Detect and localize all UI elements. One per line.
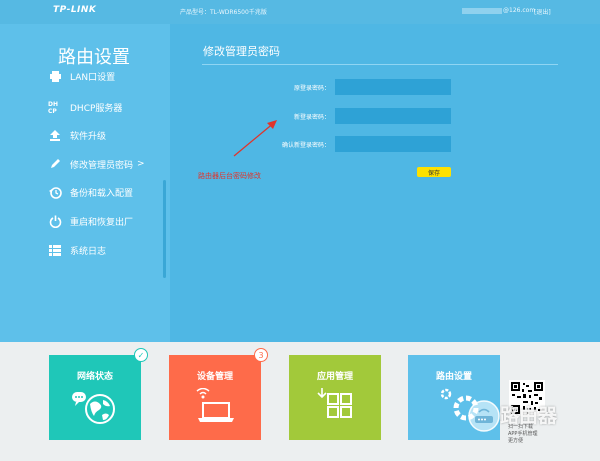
router-logo-icon (468, 400, 500, 432)
top-bar: TP-LINK 产品型号：TL-WDR6500千兆版 @126.com [退出] (0, 0, 600, 24)
lan-icon (48, 69, 62, 83)
svg-text:DH: DH (48, 101, 58, 108)
tile-label: 网络状态 (76, 372, 113, 382)
power-icon (48, 214, 62, 228)
user-email-suffix: @126.com (503, 7, 536, 14)
bottom-bar: 网络状态 ✓ 设备管理 3 应用管理 路由设置 扫一扫下载 APP手机管理 更方… (0, 342, 600, 461)
sidebar-item-label: 修改管理员密码 (70, 160, 134, 171)
log-icon (48, 243, 62, 257)
active-arrow: > (137, 159, 145, 169)
backup-icon (48, 185, 62, 199)
sidebar-item-upgrade[interactable]: 软件升级 (48, 126, 106, 144)
sidebar-item-label: 系统日志 (70, 246, 107, 257)
old-password-input[interactable] (335, 79, 451, 95)
main-panel: 修改管理员密码 原登录密码： 新登录密码： 确认新登录密码： 保存 路由器后台密… (170, 24, 600, 342)
count-badge: 3 (254, 348, 268, 362)
product-model: 产品型号：TL-WDR6500千兆版 (180, 9, 267, 16)
sidebar-item-label: 软件升级 (70, 131, 107, 142)
sidebar-item-dhcp[interactable]: DH CP DHCP服务器 (48, 98, 122, 116)
laptop-icon (169, 388, 261, 426)
dhcp-icon: DH CP (48, 100, 62, 114)
sidebar: 路由设置 LAN口设置 DHCP DHCP服务器 软件升级 修改管理员密码 > (0, 24, 170, 342)
annotation-arrow (233, 120, 277, 157)
sidebar-item-label: 重启和恢复出厂 (70, 217, 134, 228)
redacted-username (462, 7, 502, 14)
sidebar-item-label: DHCP服务器 (70, 103, 123, 114)
sidebar-item-reboot[interactable]: 重启和恢复出厂 (48, 212, 133, 230)
sidebar-title: 路由设置 (58, 47, 130, 68)
sidebar-item-syslog[interactable]: 系统日志 (48, 241, 106, 259)
tile-network-status[interactable]: 网络状态 ✓ (49, 348, 148, 440)
sidebar-item-label: 备份和载入配置 (70, 188, 134, 199)
pencil-icon (48, 157, 62, 171)
watermark-text: 路由器 (500, 405, 558, 427)
globe-icon (49, 388, 141, 426)
sidebar-item-label: LAN口设置 (70, 72, 116, 83)
brand-logo: TP-LINK (53, 5, 97, 15)
save-button[interactable]: 保存 (417, 167, 451, 177)
user-account: @126.com (462, 7, 535, 14)
new-password-input[interactable] (335, 108, 451, 124)
sidebar-item-change-password[interactable]: 修改管理员密码 > (48, 155, 145, 173)
logout-link[interactable]: [退出] (534, 7, 551, 16)
tile-label: 应用管理 (316, 372, 353, 382)
tile-device-management[interactable]: 设备管理 3 (169, 348, 268, 440)
page-title: 修改管理员密码 (203, 45, 280, 58)
confirm-password-input[interactable] (335, 136, 451, 152)
old-password-label: 原登录密码： (293, 85, 330, 92)
status-badge: ✓ (134, 348, 148, 362)
sidebar-item-lan[interactable]: LAN口设置 (48, 67, 115, 85)
svg-text:CP: CP (48, 108, 57, 114)
tile-label: 路由设置 (435, 372, 472, 382)
sidebar-scrollbar[interactable] (163, 180, 166, 278)
watermark: 路由器 (466, 393, 600, 443)
tile-app-management[interactable]: 应用管理 (289, 355, 381, 440)
title-divider (202, 64, 558, 65)
tile-label: 设备管理 (196, 372, 233, 382)
annotation-text: 路由器后台密码修改 (198, 172, 261, 180)
apps-icon (289, 388, 381, 426)
upgrade-icon (48, 128, 62, 142)
sidebar-item-backup[interactable]: 备份和载入配置 (48, 183, 133, 201)
